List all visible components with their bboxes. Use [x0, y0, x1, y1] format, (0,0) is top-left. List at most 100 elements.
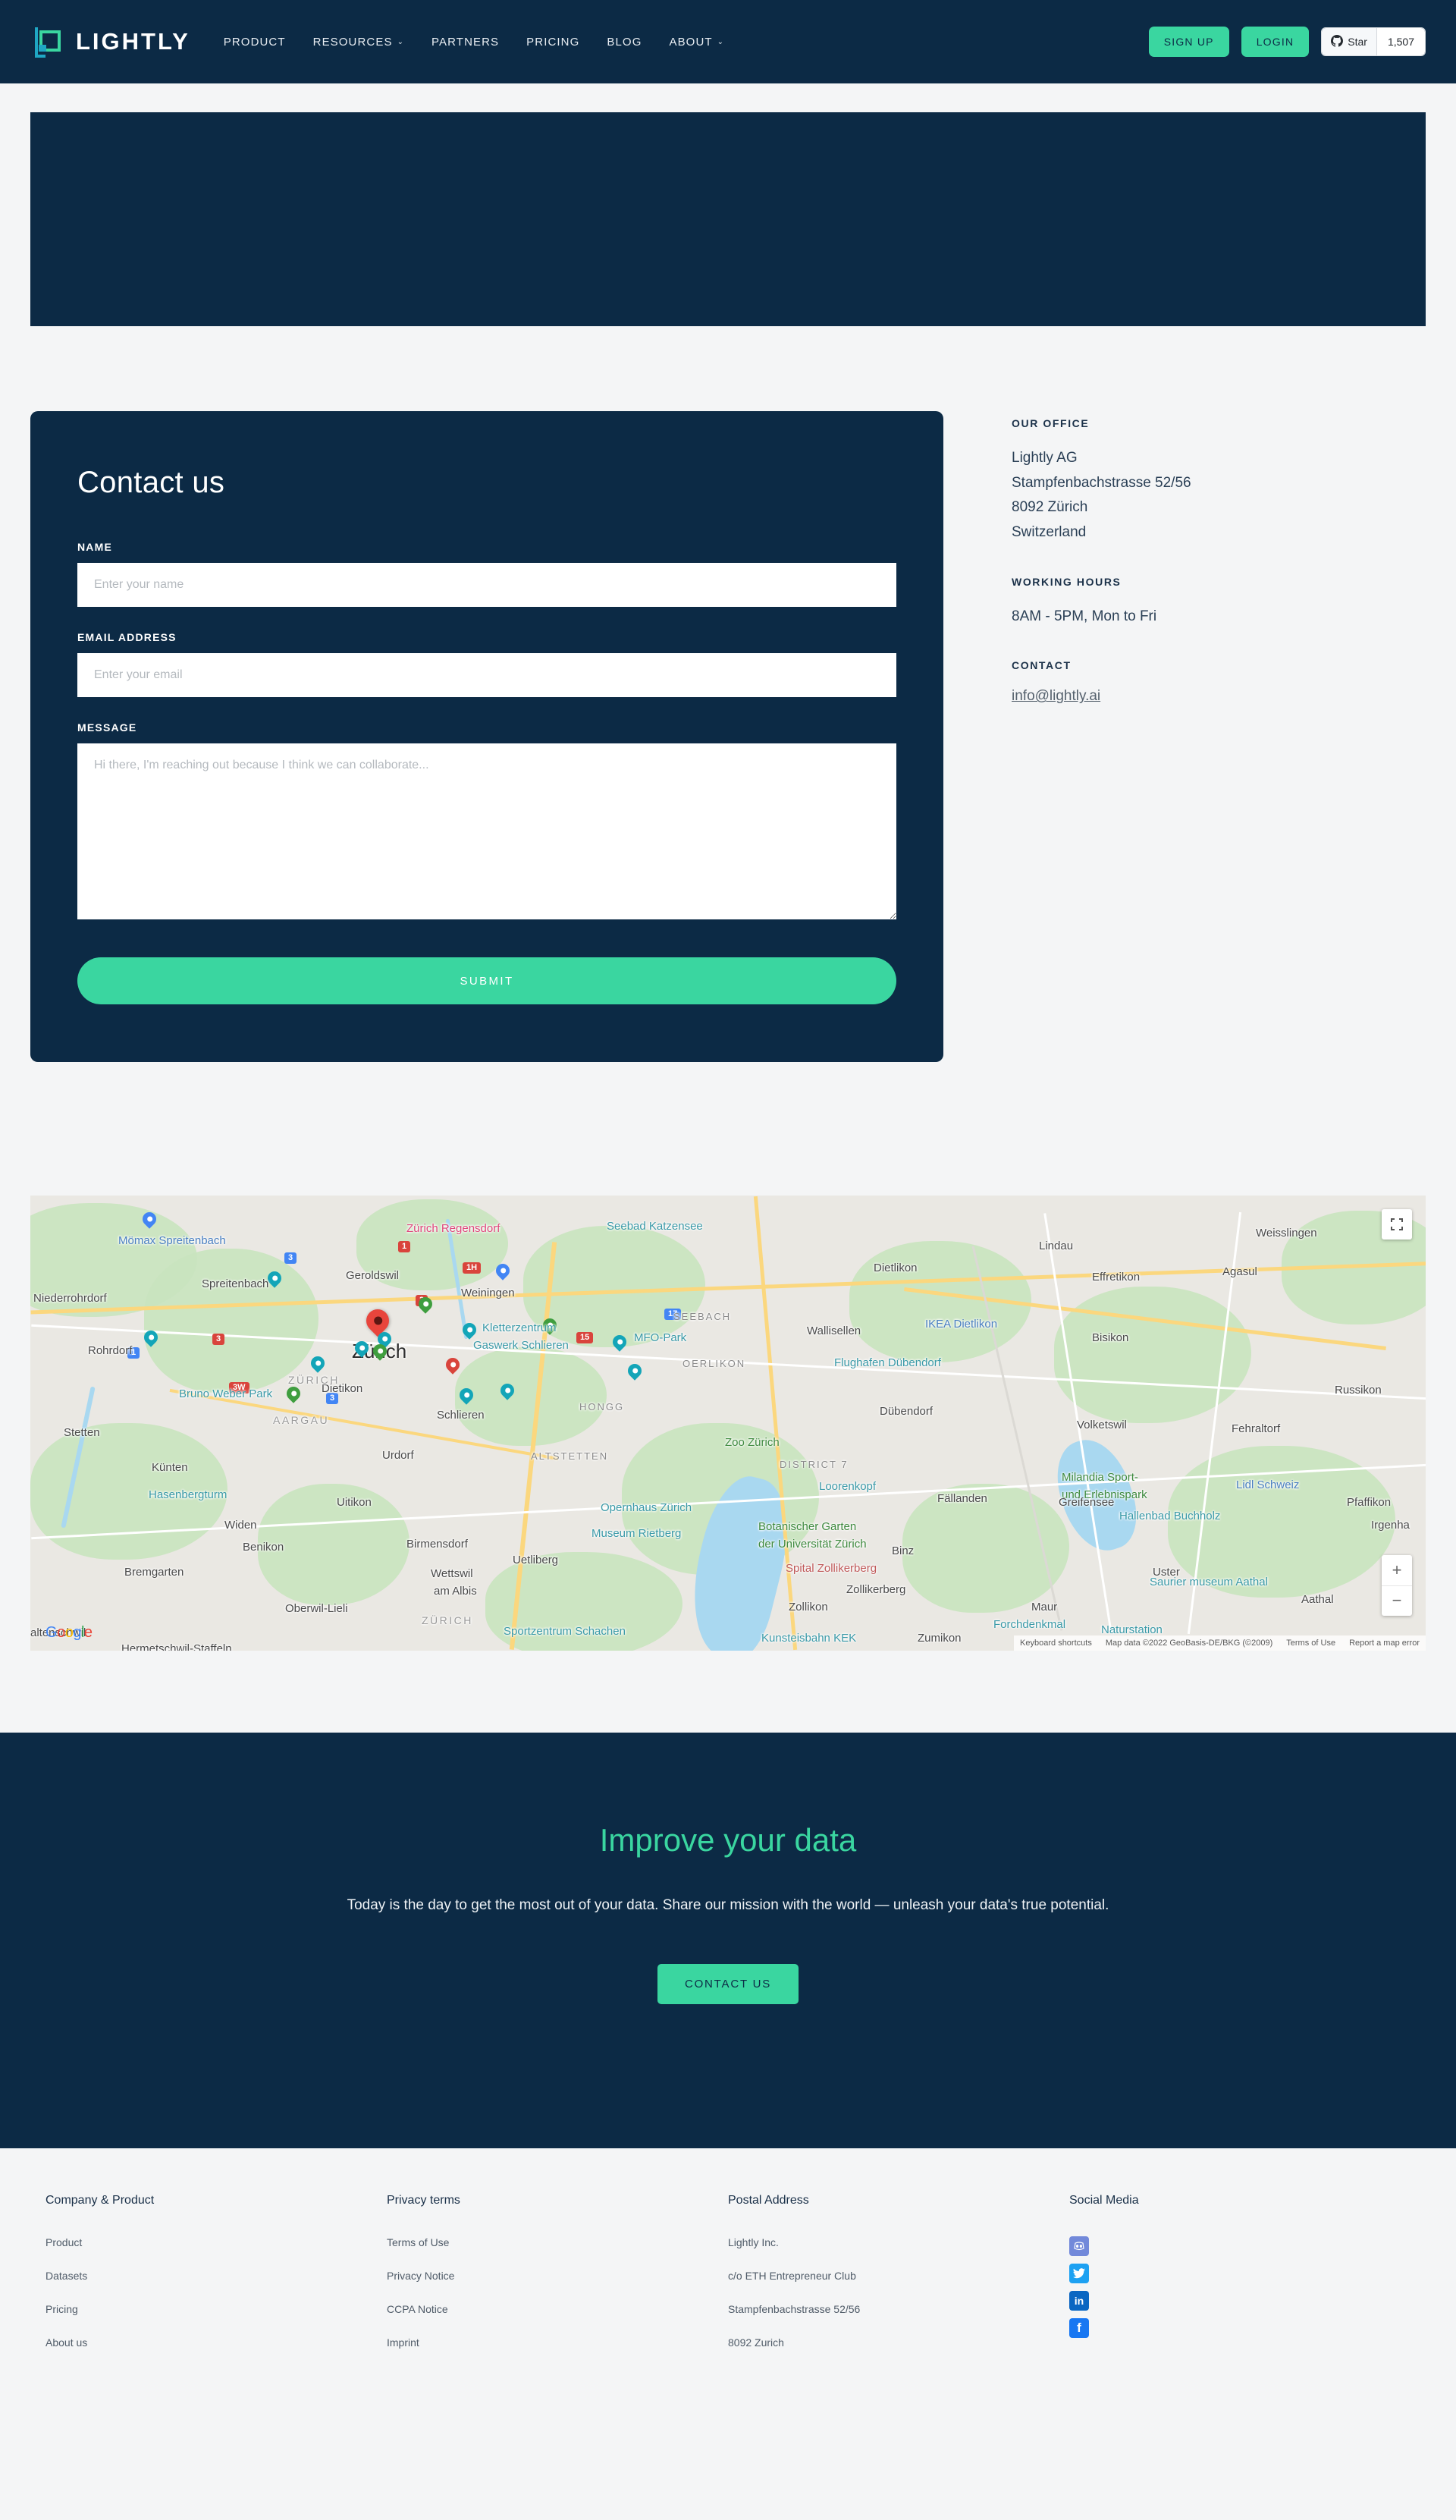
contact-section: Contact us NAME EMAIL ADDRESS MESSAGE SU…: [0, 326, 1456, 1062]
message-textarea[interactable]: [77, 743, 896, 919]
map-place-label: Weiningen: [461, 1286, 515, 1299]
contact-email-link[interactable]: info@lightly.ai: [1012, 688, 1100, 704]
map-place-label: Künten: [152, 1460, 188, 1474]
signup-button[interactable]: SIGN UP: [1148, 27, 1229, 57]
map-place-label: Stetten: [64, 1425, 100, 1439]
map-place-label: Seebad Katzensee: [607, 1220, 703, 1233]
nav-item-resources[interactable]: RESOURCES ⌄: [313, 36, 404, 49]
cta-contact-us-button[interactable]: CONTACT US: [657, 1964, 799, 2005]
submit-button[interactable]: SUBMIT: [77, 957, 896, 1004]
footer-link[interactable]: Terms of Use: [387, 2236, 728, 2248]
nav-links: PRODUCT RESOURCES ⌄ PARTNERS PRICING BLO…: [224, 36, 724, 49]
nav-item-label: PRICING: [526, 35, 580, 49]
map-place-label: am Albis: [434, 1584, 477, 1598]
map-place-label: Aathal: [1301, 1593, 1334, 1607]
social-links: in f: [1069, 2236, 1410, 2339]
map-canvas[interactable]: 3 1 1H 3 3 1 17 3W 3 15 Zürich: [30, 1196, 1426, 1651]
map-place-label: Forchdenkmal: [993, 1617, 1066, 1631]
github-star-label: Star: [1348, 36, 1367, 48]
map-fullscreen-button[interactable]: [1382, 1209, 1412, 1240]
footer-link[interactable]: CCPA Notice: [387, 2303, 728, 2315]
contact-form-card: Contact us NAME EMAIL ADDRESS MESSAGE SU…: [30, 411, 943, 1062]
nav-item-label: RESOURCES: [312, 35, 393, 49]
map-place-label: Maur: [1031, 1600, 1058, 1613]
top-navbar: LIGHTLY PRODUCT RESOURCES ⌄ PARTNERS PRI…: [0, 0, 1456, 83]
nav-item-about[interactable]: ABOUT ⌄: [669, 36, 724, 49]
map-place-label: Loorenkopf: [819, 1479, 877, 1493]
brand-logo[interactable]: LIGHTLY: [30, 24, 190, 59]
github-star-label-group[interactable]: Star: [1322, 28, 1377, 55]
map-place-label: Dietlikon: [874, 1262, 918, 1275]
name-input[interactable]: [77, 563, 896, 607]
map-place-label: Opernhaus Zürich: [601, 1500, 692, 1514]
terms-of-use-link[interactable]: Terms of Use: [1286, 1639, 1335, 1648]
footer-column-company: Company & Product Product Datasets Prici…: [46, 2194, 387, 2370]
nav-item-pricing[interactable]: PRICING: [526, 36, 579, 49]
footer-link[interactable]: Pricing: [46, 2303, 387, 2315]
footer-link[interactable]: Privacy Notice: [387, 2270, 728, 2282]
nav-item-blog[interactable]: BLOG: [607, 36, 642, 49]
map-place-label: Sportzentrum Schachen: [504, 1624, 626, 1638]
footer-address-line: c/o ETH Entrepreneur Club: [728, 2270, 856, 2283]
message-label: MESSAGE: [77, 721, 137, 734]
footer-heading: Privacy terms: [387, 2194, 460, 2207]
map-place-label: Flughafen Dübendorf: [834, 1356, 941, 1369]
map-place-label: Greifensee: [1059, 1495, 1115, 1509]
report-map-error-link[interactable]: Report a map error: [1349, 1639, 1420, 1648]
footer: Company & Product Product Datasets Prici…: [0, 2148, 1456, 2431]
map-zoom-in-button[interactable]: +: [1382, 1555, 1412, 1586]
map-place-label: Widen: [224, 1518, 257, 1532]
map-place-label: MFO-Park: [634, 1331, 687, 1345]
map-zoom-out-button[interactable]: −: [1382, 1586, 1412, 1617]
discord-icon[interactable]: [1069, 2236, 1089, 2257]
map-place-label: Lindau: [1039, 1239, 1074, 1252]
map-place-label: SEEBACH: [673, 1310, 732, 1322]
highway-shield-15: 15: [576, 1332, 594, 1343]
map-place-label: Zollikon: [789, 1600, 828, 1613]
google-map[interactable]: 3 1 1H 3 3 1 17 3W 3 15 Zürich: [30, 1196, 1426, 1651]
email-label: EMAIL ADDRESS: [77, 631, 177, 643]
map-zoom-controls[interactable]: + −: [1382, 1555, 1412, 1616]
map-place-label: Bremgarten: [124, 1565, 184, 1579]
lightly-bracket-icon: [30, 24, 65, 59]
map-band: 3 1 1H 3 3 1 17 3W 3 15 Zürich: [0, 1062, 1456, 1651]
map-place-label: der Universität Zürich: [758, 1537, 867, 1551]
working-hours-heading: WORKING HOURS: [1012, 575, 1122, 588]
cta-section: Improve your data Today is the day to ge…: [0, 1733, 1456, 2149]
page-title: Contact us: [77, 466, 225, 499]
github-star-button[interactable]: Star 1,507: [1321, 27, 1426, 56]
nav-item-product[interactable]: PRODUCT: [224, 36, 286, 49]
map-place-label: Hasenbergturm: [149, 1488, 228, 1502]
map-place-label: Schlieren: [437, 1408, 485, 1422]
name-label: NAME: [77, 541, 113, 553]
nav-item-partners[interactable]: PARTNERS: [431, 36, 499, 49]
footer-column-social: Social Media in f: [1069, 2194, 1410, 2370]
footer-heading: Company & Product: [46, 2194, 155, 2207]
map-data-credit: Map data ©2022 GeoBasis-DE/BKG (©2009): [1105, 1639, 1273, 1648]
map-place-label: Mömax Spreitenbach: [118, 1233, 226, 1247]
facebook-icon[interactable]: f: [1069, 2318, 1089, 2339]
footer-link[interactable]: Imprint: [387, 2336, 728, 2349]
twitter-icon[interactable]: [1069, 2264, 1089, 2284]
footer-link[interactable]: Product: [46, 2236, 387, 2248]
map-place-label: Uitikon: [337, 1495, 372, 1509]
footer-address-line: 8092 Zurich: [728, 2336, 784, 2349]
map-place-label: Binz: [892, 1544, 915, 1557]
map-place-label: Niederrohrdorf: [33, 1291, 107, 1305]
map-place-label: ALTSTETTEN: [531, 1450, 609, 1462]
office-address-line: 8092 Zürich: [1012, 499, 1088, 516]
login-button[interactable]: LOGIN: [1241, 27, 1310, 57]
footer-heading: Postal Address: [728, 2194, 809, 2207]
keyboard-shortcuts-link[interactable]: Keyboard shortcuts: [1020, 1639, 1092, 1648]
footer-link[interactable]: Datasets: [46, 2270, 387, 2282]
office-heading: OUR OFFICE: [1012, 417, 1090, 429]
email-input[interactable]: [77, 653, 896, 697]
linkedin-icon[interactable]: in: [1069, 2291, 1089, 2311]
footer-link[interactable]: About us: [46, 2336, 387, 2349]
map-place-label: Irgenha: [1371, 1518, 1410, 1532]
hero-banner-placeholder: [30, 112, 1426, 326]
map-place-label: Wettswil: [431, 1566, 473, 1580]
map-place-label: Bruno Weber Park: [179, 1387, 273, 1400]
